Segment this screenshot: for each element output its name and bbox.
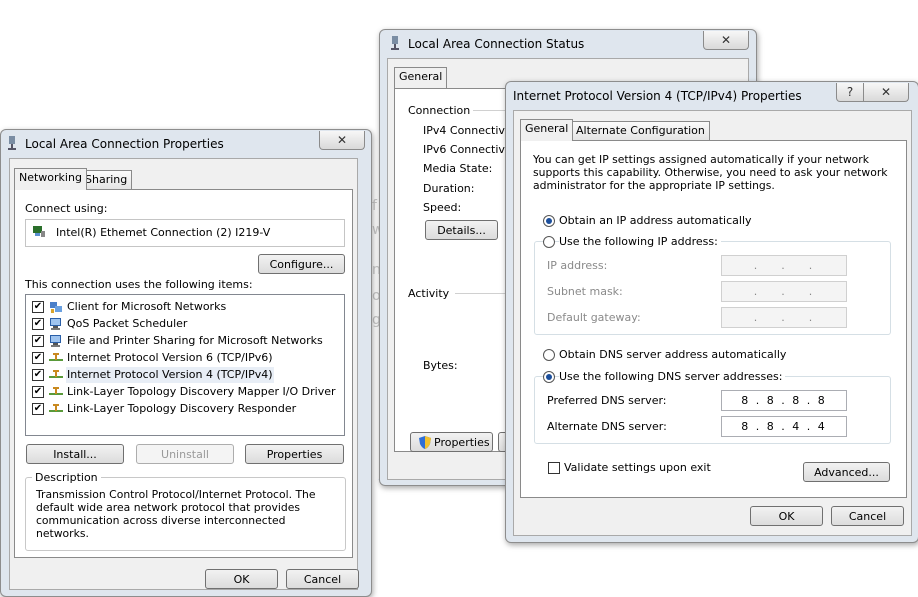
duration-label: Duration: [423, 182, 475, 195]
network-adapter-icon [391, 36, 399, 50]
tab-sharing[interactable]: Sharing [80, 170, 133, 190]
details-button[interactable]: Details... [425, 220, 498, 240]
connect-using-label: Connect using: [25, 202, 108, 215]
properties-label: Properties [434, 436, 490, 449]
background-fragment: f [372, 198, 377, 214]
preferred-dns-label: Preferred DNS server: [547, 394, 667, 407]
subnet-mask-field[interactable]: . . . [721, 281, 847, 302]
title-bar[interactable]: Local Area Connection Properties ✕ [1, 130, 371, 158]
item-label: Internet Protocol Version 4 (TCP/IPv4) [66, 367, 274, 383]
install-button[interactable]: Install... [26, 444, 124, 464]
ip-address-field[interactable]: . . . [721, 255, 847, 276]
dialog-body: Networking Sharing Connect using: Intel(… [9, 158, 359, 590]
close-icon: ✕ [880, 85, 892, 99]
ipv4-properties-window: Internet Protocol Version 4 (TCP/IPv4) P… [505, 81, 918, 543]
tab-alternate-configuration[interactable]: Alternate Configuration [571, 121, 710, 141]
adapter-field: Intel(R) Ethemet Connection (2) I219-V [25, 219, 345, 247]
alternate-dns-label: Alternate DNS server: [547, 420, 667, 433]
use-following-ip-radio[interactable] [543, 236, 555, 248]
status-properties-button[interactable]: Properties [410, 432, 493, 452]
protocol-icon [49, 387, 63, 395]
lac-properties-window: Local Area Connection Properties ✕ Netwo… [0, 129, 372, 597]
cancel-button[interactable]: Cancel [831, 506, 904, 526]
properties-button[interactable]: Properties [245, 444, 344, 464]
protocol-icon [49, 353, 63, 361]
item-label: Client for Microsoft Networks [67, 300, 227, 313]
window-title: Internet Protocol Version 4 (TCP/IPv4) P… [513, 89, 802, 103]
alternate-dns-field[interactable]: 8 . 8 . 4 . 4 [721, 416, 847, 437]
item-label: Link-Layer Topology Discovery Mapper I/O… [67, 385, 336, 398]
ok-button[interactable]: OK [205, 569, 278, 589]
obtain-ip-auto-radio[interactable] [543, 215, 555, 227]
item-label: QoS Packet Scheduler [67, 317, 188, 330]
window-title: Local Area Connection Status [408, 37, 585, 51]
title-bar[interactable]: Internet Protocol Version 4 (TCP/IPv4) P… [506, 82, 918, 110]
item-checkbox[interactable]: ✔ [32, 318, 44, 330]
tab-general[interactable]: General [520, 119, 574, 141]
validate-label[interactable]: Validate settings upon exit [564, 461, 711, 474]
network-adapter-icon [33, 226, 45, 237]
obtain-dns-auto-radio[interactable] [543, 349, 555, 361]
use-following-ip-label[interactable]: Use the following IP address: [559, 235, 721, 248]
close-button[interactable]: ✕ [703, 31, 749, 50]
protocol-icon [49, 404, 63, 412]
shield-icon [419, 436, 431, 449]
close-icon: ✕ [720, 33, 732, 47]
general-tab-pane: You can get IP settings assigned automat… [520, 140, 907, 498]
uninstall-button[interactable]: Uninstall [136, 444, 234, 464]
ok-button[interactable]: OK [750, 506, 823, 526]
item-label: File and Printer Sharing for Microsoft N… [67, 334, 323, 347]
subnet-mask-label: Subnet mask: [547, 285, 623, 298]
obtain-dns-auto-label[interactable]: Obtain DNS server address automatically [559, 348, 786, 361]
intro-text: You can get IP settings assigned automat… [533, 153, 888, 192]
title-bar[interactable]: Local Area Connection Status ✕ [380, 30, 756, 58]
cancel-button[interactable]: Cancel [286, 569, 359, 589]
item-label: Link-Layer Topology Discovery Responder [67, 402, 297, 415]
network-client-icon [50, 302, 62, 313]
computer-icon [50, 318, 61, 330]
adapter-name: Intel(R) Ethemet Connection (2) I219-V [56, 226, 271, 239]
obtain-ip-auto-label[interactable]: Obtain an IP address automatically [559, 214, 752, 227]
preferred-dns-field[interactable]: 8 . 8 . 8 . 8 [721, 390, 847, 411]
ip-address-label: IP address: [547, 259, 608, 272]
help-button[interactable]: ? [836, 83, 864, 102]
bytes-label: Bytes: [423, 359, 458, 372]
close-button[interactable]: ✕ [863, 83, 909, 102]
default-gateway-label: Default gateway: [547, 311, 641, 324]
tab-general[interactable]: General [394, 67, 448, 89]
use-following-dns-radio[interactable] [543, 371, 555, 383]
connection-heading: Connection [408, 104, 471, 117]
description-heading: Description [32, 471, 101, 484]
activity-heading: Activity [408, 287, 450, 300]
advanced-button[interactable]: Advanced... [803, 462, 890, 482]
speed-label: Speed: [423, 201, 462, 214]
description-group: Description Transmission Control Protoco… [25, 471, 346, 551]
item-label: Internet Protocol Version 6 (TCP/IPv6) [67, 351, 273, 364]
items-label: This connection uses the following items… [25, 278, 253, 291]
item-checkbox[interactable]: ✔ [32, 301, 44, 313]
help-icon: ? [846, 85, 854, 99]
dialog-body: General Alternate Configuration You can … [513, 110, 912, 536]
tab-networking[interactable]: Networking [14, 168, 87, 190]
item-checkbox[interactable]: ✔ [32, 352, 44, 364]
use-following-dns-label[interactable]: Use the following DNS server addresses: [559, 370, 786, 383]
default-gateway-field[interactable]: . . . [721, 307, 847, 328]
networking-tab-pane: Connect using: Intel(R) Ethemet Connecti… [14, 189, 353, 558]
network-adapter-icon [8, 136, 16, 150]
item-checkbox[interactable]: ✔ [32, 386, 44, 398]
item-checkbox[interactable]: ✔ [32, 335, 44, 347]
close-icon: ✕ [336, 133, 348, 147]
validate-checkbox[interactable] [548, 462, 560, 474]
media-state-label: Media State: [423, 162, 493, 175]
protocol-icon [49, 370, 63, 378]
close-button[interactable]: ✕ [319, 131, 365, 150]
items-list[interactable]: ✔ Client for Microsoft Networks ✔ QoS Packe… [25, 294, 345, 436]
window-title: Local Area Connection Properties [25, 137, 224, 151]
computer-icon [50, 335, 61, 347]
item-checkbox[interactable]: ✔ [32, 369, 44, 381]
configure-button[interactable]: Configure... [258, 254, 345, 274]
item-checkbox[interactable]: ✔ [32, 403, 44, 415]
description-text: Transmission Control Protocol/Internet P… [36, 488, 316, 540]
